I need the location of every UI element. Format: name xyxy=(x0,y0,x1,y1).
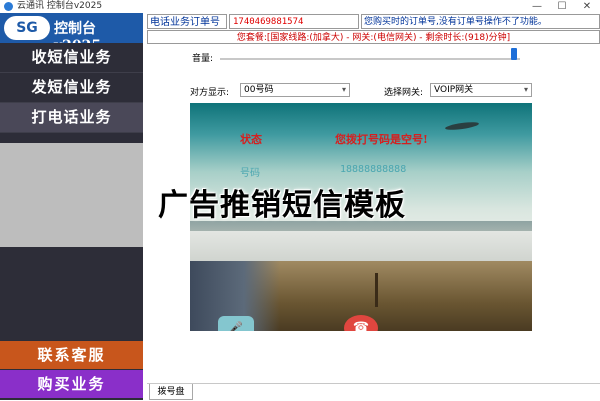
number-label: 号码 xyxy=(240,168,260,179)
number-value: 18888888888 xyxy=(340,164,407,175)
volume-slider-handle[interactable] xyxy=(511,48,517,60)
gateway-value: VOIP网关 xyxy=(434,85,474,95)
order-row: 电话业务订单号 1740469881574 您购买时的订单号,没有订单号操作不了… xyxy=(147,14,600,29)
contact-support-button[interactable]: 联系客服 xyxy=(0,341,143,369)
status-value: 您拨打号码是空号! xyxy=(335,133,428,146)
phone-hangup-icon: ☎ xyxy=(352,320,370,331)
display-number-value: 00号码 xyxy=(244,85,274,95)
tab-dialpad[interactable]: 拨号盘 xyxy=(149,384,193,400)
call-options-row: 对方显示: 00号码 ▾ 选择网关: VOIP网关 ▾ xyxy=(190,83,532,99)
app-icon xyxy=(4,2,13,11)
sidebar-spacer xyxy=(0,143,143,247)
window-title: 云通讯 控制台v2025 xyxy=(17,1,103,11)
sidebar: SG 控制台v2025 收短信业务 发短信业务 打电话业务 联系客服 购买业务 xyxy=(0,13,143,400)
logo: SG 控制台v2025 xyxy=(0,13,143,54)
volume-slider-track[interactable] xyxy=(220,58,520,60)
display-number-select[interactable]: 00号码 ▾ xyxy=(240,83,350,97)
status-label: 状态 xyxy=(240,133,262,146)
fence-post xyxy=(375,273,378,307)
volume-label: 音量: xyxy=(192,54,214,64)
package-info: 您套餐:[国家线路:(加拿大) - 网关:(电信网关) - 剩余时长:(918)… xyxy=(147,30,600,44)
gateway-select[interactable]: VOIP网关 ▾ xyxy=(430,83,532,97)
tab-bar: 拨号盘 xyxy=(147,383,600,401)
display-label: 对方显示: xyxy=(190,88,230,98)
overlay-caption: 广告推销短信模板 xyxy=(158,188,406,223)
sidebar-item-phone-call[interactable]: 打电话业务 xyxy=(0,103,143,133)
chevron-down-icon: ▾ xyxy=(523,85,528,94)
sidebar-item-receive-sms[interactable]: 收短信业务 xyxy=(0,43,143,73)
sidebar-item-send-sms[interactable]: 发短信业务 xyxy=(0,73,143,103)
logo-badge: SG xyxy=(4,16,50,40)
order-message: 您购买时的订单号,没有订单号操作不了功能。 xyxy=(361,14,600,29)
title-bar: 云通讯 控制台v2025 — ☐ ✕ xyxy=(0,0,600,14)
buy-service-button[interactable]: 购买业务 xyxy=(0,370,143,398)
microphone-button[interactable]: 🎤 xyxy=(218,316,254,331)
close-button[interactable]: ✕ xyxy=(575,0,599,13)
microphone-icon: 🎤 xyxy=(229,321,243,331)
order-label: 电话业务订单号 xyxy=(147,14,227,29)
order-input[interactable]: 1740469881574 xyxy=(229,14,359,29)
gateway-label: 选择网关: xyxy=(384,88,424,98)
chevron-down-icon: ▾ xyxy=(341,85,346,94)
field xyxy=(190,231,532,263)
minimize-button[interactable]: — xyxy=(525,0,549,13)
restore-button[interactable]: ☐ xyxy=(550,0,574,13)
